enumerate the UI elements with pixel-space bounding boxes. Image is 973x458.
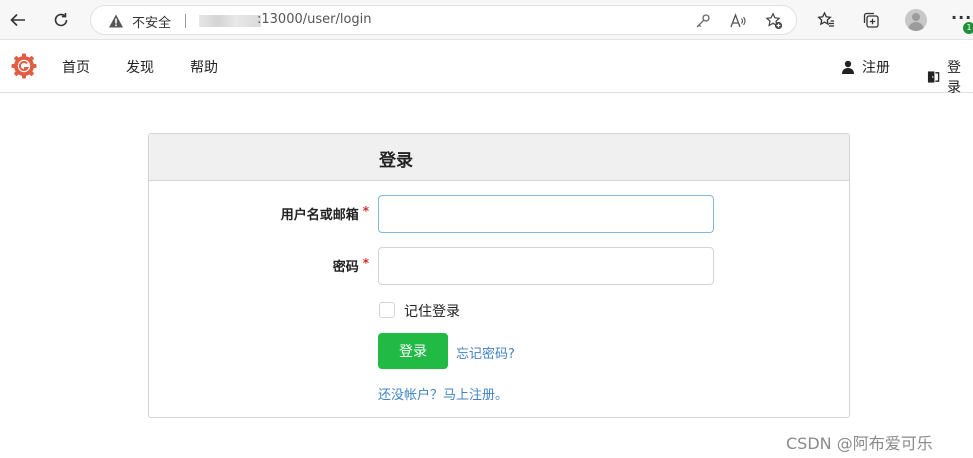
favorites-icon [817,11,834,27]
address-bar[interactable]: 不安全 :13000/user/login [90,5,797,35]
login-form: 登录 用户名或邮箱 * 密码 * 记住登录 登录 忘记密码? 还没帐户？马上注册。 [148,133,850,418]
username-label: 用户名或邮箱 * [280,204,369,223]
nav-help[interactable]: 帮助 [190,57,218,77]
gitea-logo-icon[interactable] [11,53,37,79]
login-title: 登录 [379,151,413,171]
required-mark: * [362,256,369,270]
add-favorite-button[interactable] [765,12,783,30]
favorites-button[interactable] [811,5,841,35]
address-divider [185,14,186,28]
url-host-redacted [199,15,261,27]
site-navbar: 首页 发现 帮助 注册 登录 [0,40,973,96]
browser-toolbar: 不安全 :13000/user/login ··· 1 [0,0,973,40]
remember-label[interactable]: 记住登录 [404,301,460,321]
password-input[interactable] [378,247,714,285]
login-header: 登录 [149,134,849,181]
nav-login[interactable]: 登录 [927,57,973,97]
update-badge: 1 [963,22,973,34]
profile-avatar[interactable] [905,9,927,31]
add-favorite-icon [765,12,783,30]
login-submit-button[interactable]: 登录 [378,333,448,369]
collections-icon [863,12,879,28]
nav-explore[interactable]: 发现 [126,57,154,77]
key-icon [696,14,710,28]
read-aloud-icon [730,13,746,28]
forgot-password-link[interactable]: 忘记密码? [456,343,515,362]
nav-home[interactable]: 首页 [62,57,90,77]
profile-icon [912,13,920,21]
collections-button[interactable] [856,5,886,35]
remember-checkbox[interactable] [379,302,395,318]
back-button[interactable] [3,5,33,35]
username-input[interactable] [378,195,714,233]
warning-icon[interactable] [108,13,124,29]
nav-register-label: 注册 [862,60,890,76]
register-link[interactable]: 还没帐户？马上注册。 [378,384,508,403]
password-key-button[interactable] [694,12,712,30]
required-mark: * [362,204,369,218]
password-label: 密码 * [332,256,369,275]
user-icon [842,60,854,74]
refresh-button[interactable] [46,5,76,35]
nav-register[interactable]: 注册 [841,57,890,77]
nav-login-label: 登录 [947,60,961,96]
watermark: CSDN @阿布爱可乐 [786,434,933,453]
back-arrow-icon [10,13,25,27]
refresh-icon [54,13,68,27]
sign-in-icon [927,71,940,83]
url-text[interactable]: :13000/user/login [257,12,372,27]
read-aloud-button[interactable] [729,12,747,30]
insecure-label[interactable]: 不安全 [132,12,171,31]
